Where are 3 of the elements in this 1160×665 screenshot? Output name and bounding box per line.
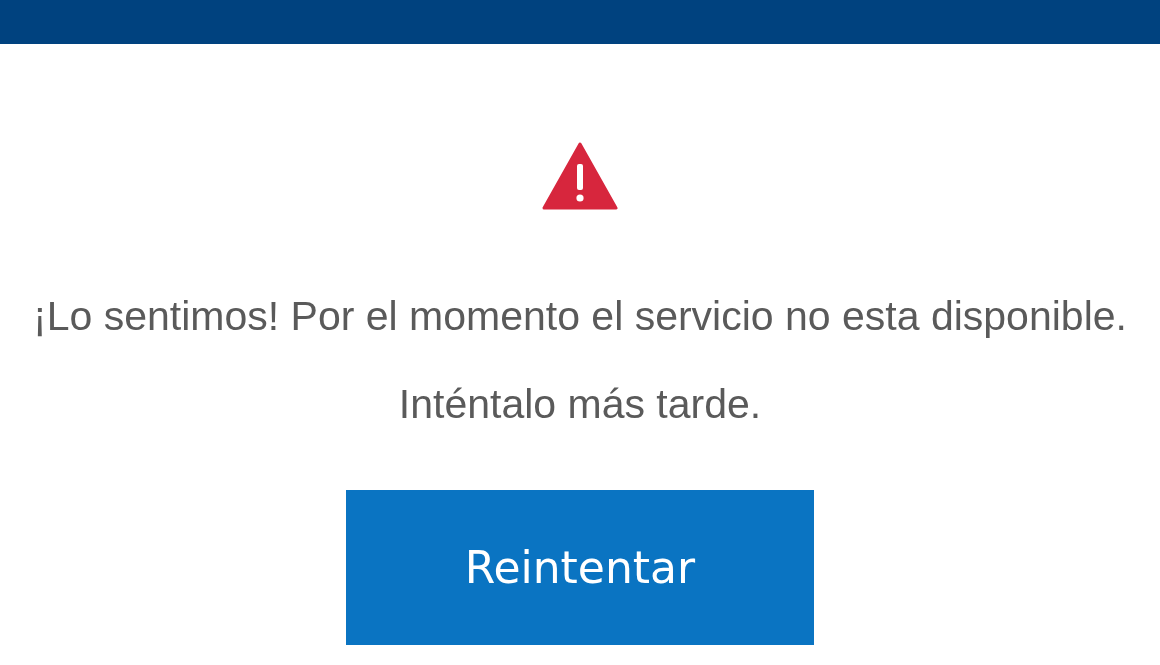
warning-icon [542,142,618,210]
retry-button[interactable]: Reintentar [346,490,814,645]
error-message: ¡Lo sentimos! Por el momento el servicio no esta disponible. Inténtalo más tarde. [32,292,1128,429]
